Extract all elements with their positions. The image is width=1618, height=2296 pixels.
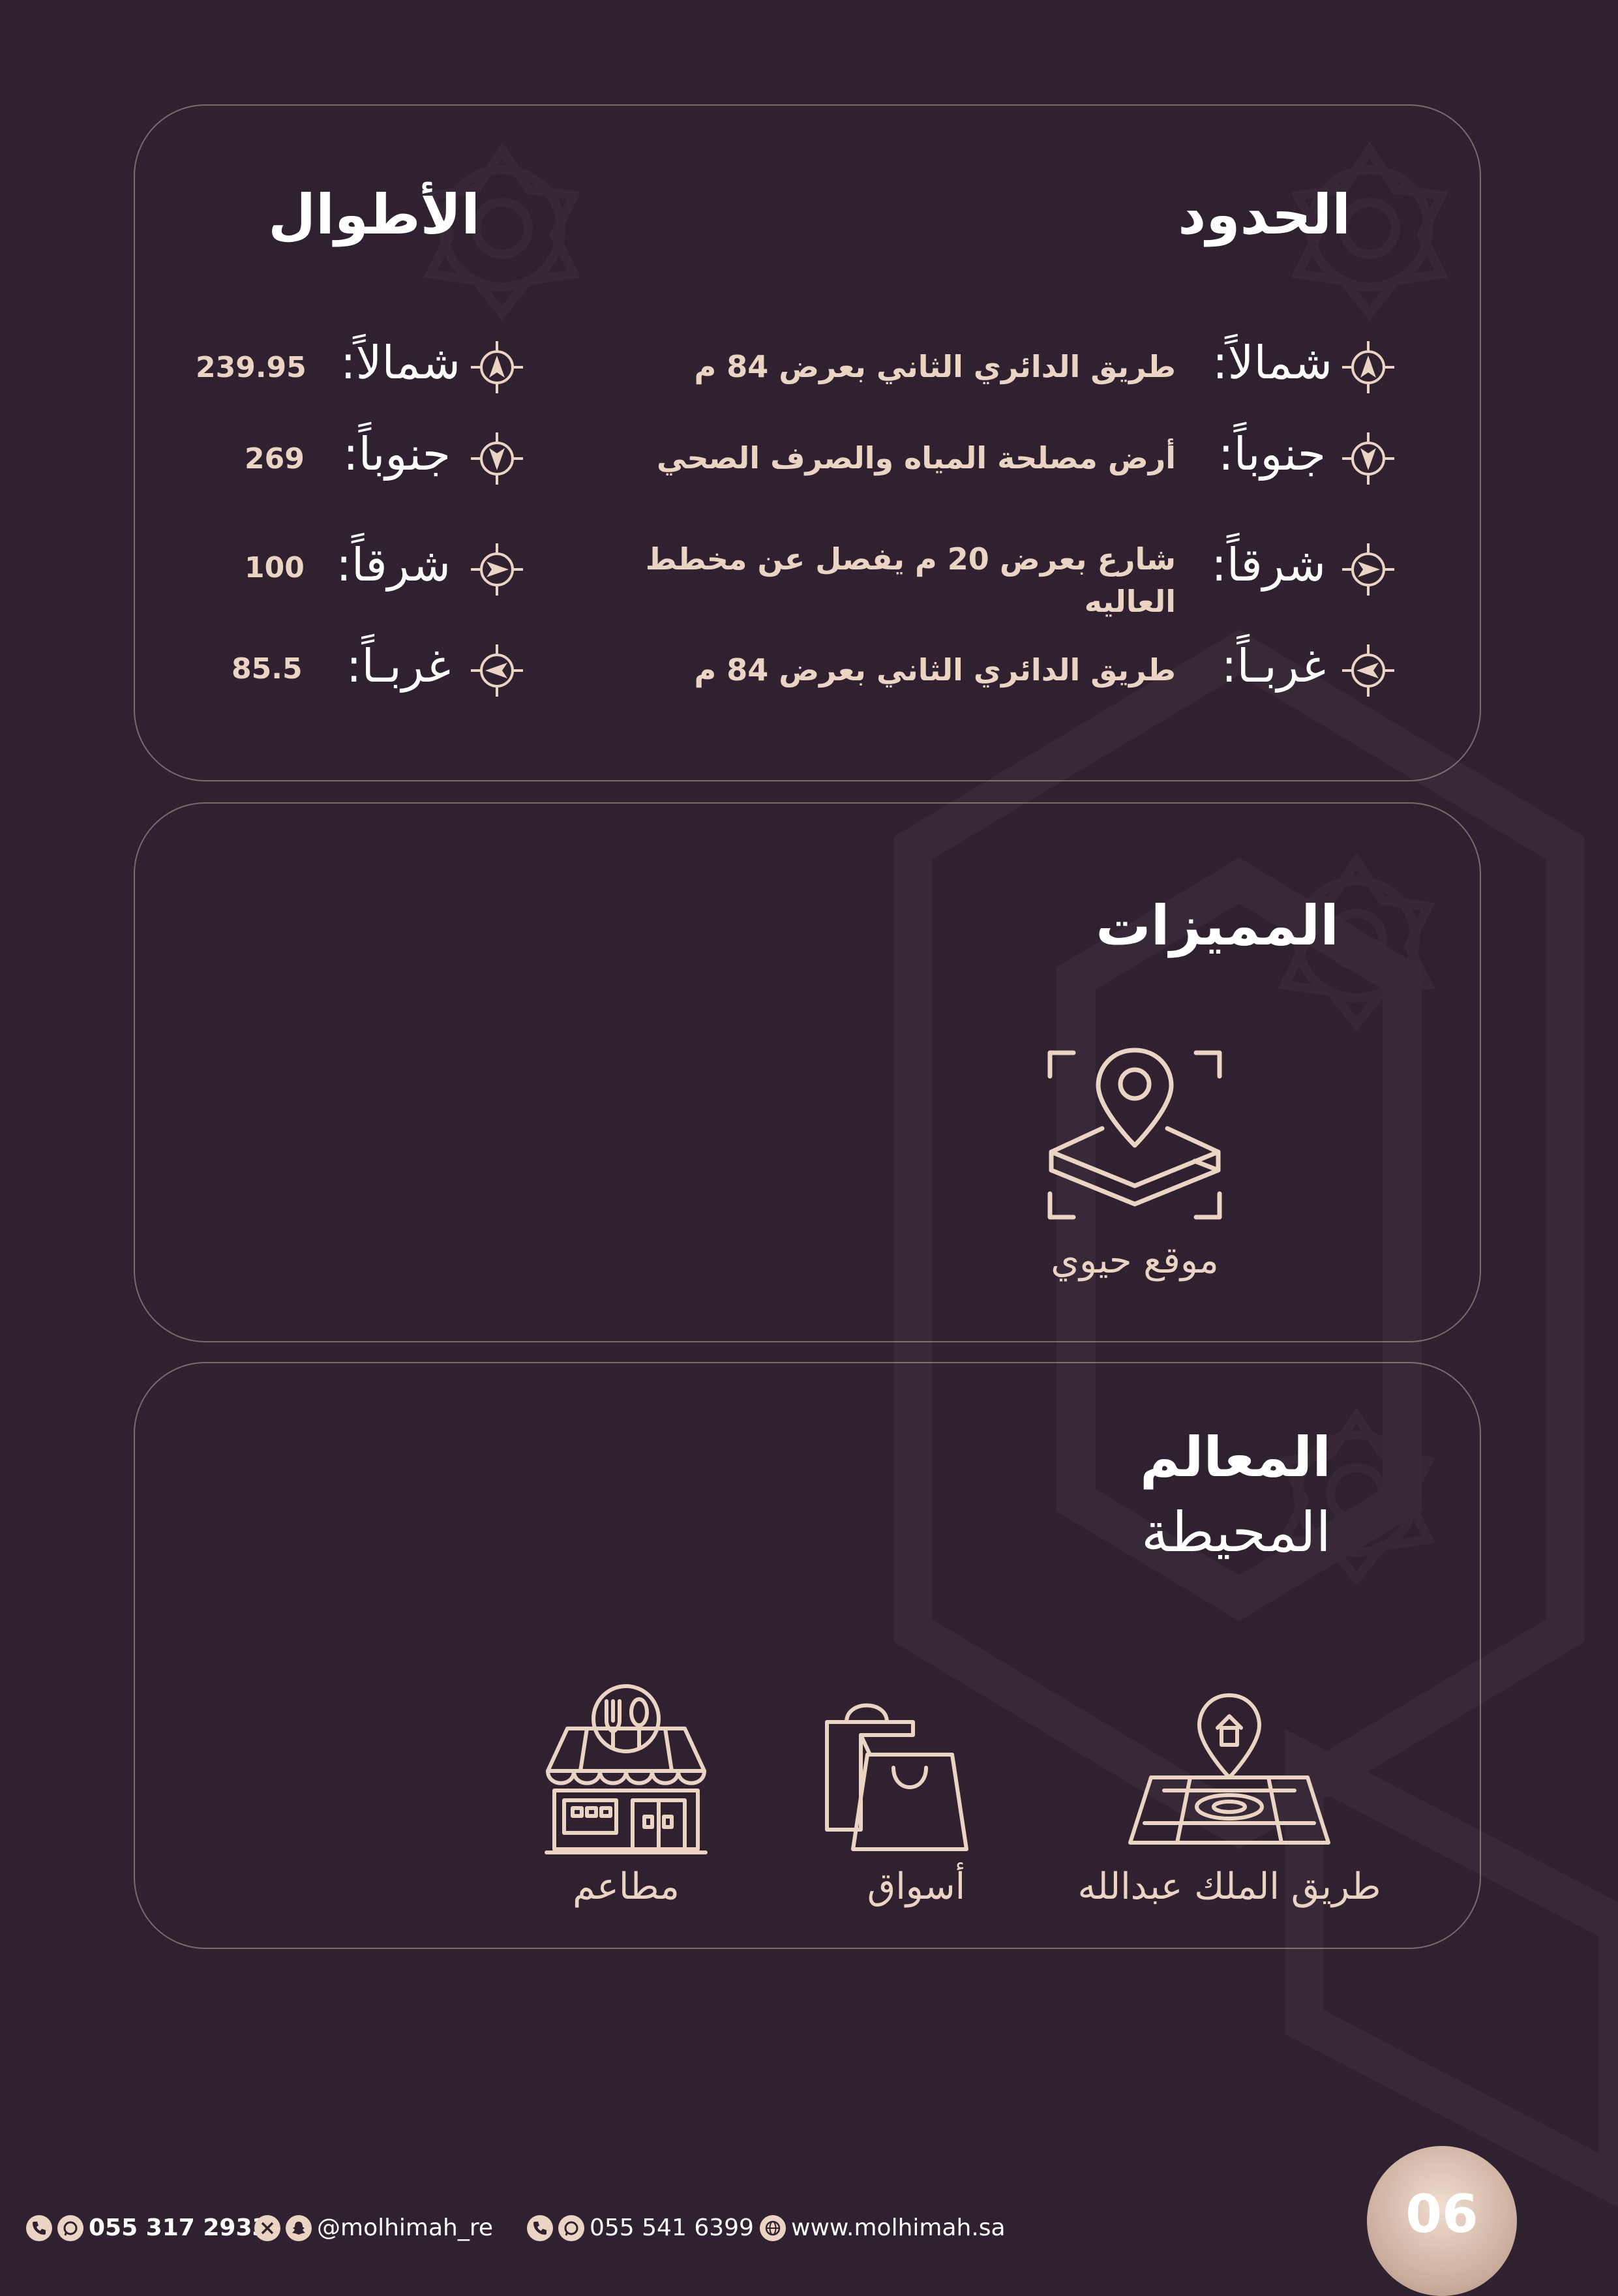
length-east-value: 100	[245, 551, 305, 584]
footer-phone-2[interactable]: 055 541 6399	[527, 2214, 754, 2241]
border-north-label: شمالاً:	[1212, 336, 1332, 389]
lengths-title: الأطوال	[268, 183, 480, 247]
whatsapp-icon	[57, 2214, 83, 2241]
border-north-value: طريق الدائري الثاني بعرض 84 م	[694, 349, 1176, 384]
x-twitter-icon	[254, 2214, 280, 2241]
compass-west-icon	[1342, 644, 1394, 697]
length-north-label: شمالاً:	[340, 336, 460, 389]
compass-east-icon	[1342, 543, 1394, 596]
features-title: المميزات	[1096, 894, 1339, 958]
footer-phone-2-text: 055 541 6399	[590, 2214, 754, 2241]
footer-website[interactable]: www.molhimah.sa	[760, 2214, 1006, 2241]
landmarks-subtitle: المحيطة	[1141, 1500, 1331, 1564]
snapchat-icon	[286, 2214, 312, 2241]
landmark-restaurants-label: مطاعم	[573, 1865, 680, 1908]
compass-south-icon	[1342, 432, 1394, 485]
border-east-value-line2: العاليه	[1084, 584, 1176, 619]
landmark-road-label: طريق الملك عبدالله	[1077, 1865, 1381, 1908]
footer-website-text: www.molhimah.sa	[791, 2214, 1006, 2241]
compass-north-icon	[471, 341, 523, 393]
phone-icon	[26, 2214, 52, 2241]
border-west-label: غربـاً:	[1221, 639, 1326, 693]
border-east-label: شرقاً:	[1211, 538, 1326, 592]
landmarks-title: المعالم	[1139, 1425, 1331, 1489]
border-south-value: أرض مصلحة المياه والصرف الصحي	[657, 440, 1176, 476]
border-east-value: شارع بعرض 20 م يفصل عن مخطط	[645, 541, 1176, 577]
length-west-value: 85.5	[232, 652, 303, 686]
landmark-markets-label: أسواق	[867, 1865, 966, 1908]
phone-icon	[527, 2214, 553, 2241]
length-north-value: 239.95	[196, 351, 307, 384]
length-east-label: شرقاً:	[336, 538, 451, 592]
footer-phone-1-text: 055 317 2933	[89, 2214, 269, 2241]
whatsapp-icon	[558, 2214, 584, 2241]
page-number: 06	[1405, 2184, 1478, 2244]
compass-east-icon	[471, 543, 523, 596]
compass-north-icon	[1342, 341, 1394, 393]
feature-label: موقع حيوي	[1051, 1239, 1219, 1282]
map-location-pin-icon	[1047, 1048, 1222, 1220]
length-west-label: غربـاً:	[346, 639, 451, 693]
globe-icon	[760, 2214, 786, 2241]
footer-social[interactable]: @molhimah_re	[254, 2214, 493, 2241]
features-card	[134, 802, 1481, 1342]
borders-title: الحدود	[1178, 183, 1351, 247]
restaurant-icon	[545, 1684, 708, 1854]
border-west-value: طريق الدائري الثاني بعرض 84 م	[694, 652, 1176, 687]
border-south-label: جنوباً:	[1218, 427, 1326, 481]
road-map-pin-icon	[1128, 1693, 1330, 1845]
length-south-label: جنوباً:	[343, 427, 451, 481]
length-south-value: 269	[245, 442, 305, 476]
footer-handle-text: @molhimah_re	[317, 2214, 494, 2241]
compass-south-icon	[471, 432, 523, 485]
shopping-bags-icon	[825, 1703, 968, 1851]
compass-west-icon	[471, 644, 523, 697]
footer-phone-1[interactable]: 055 317 2933	[26, 2214, 269, 2241]
